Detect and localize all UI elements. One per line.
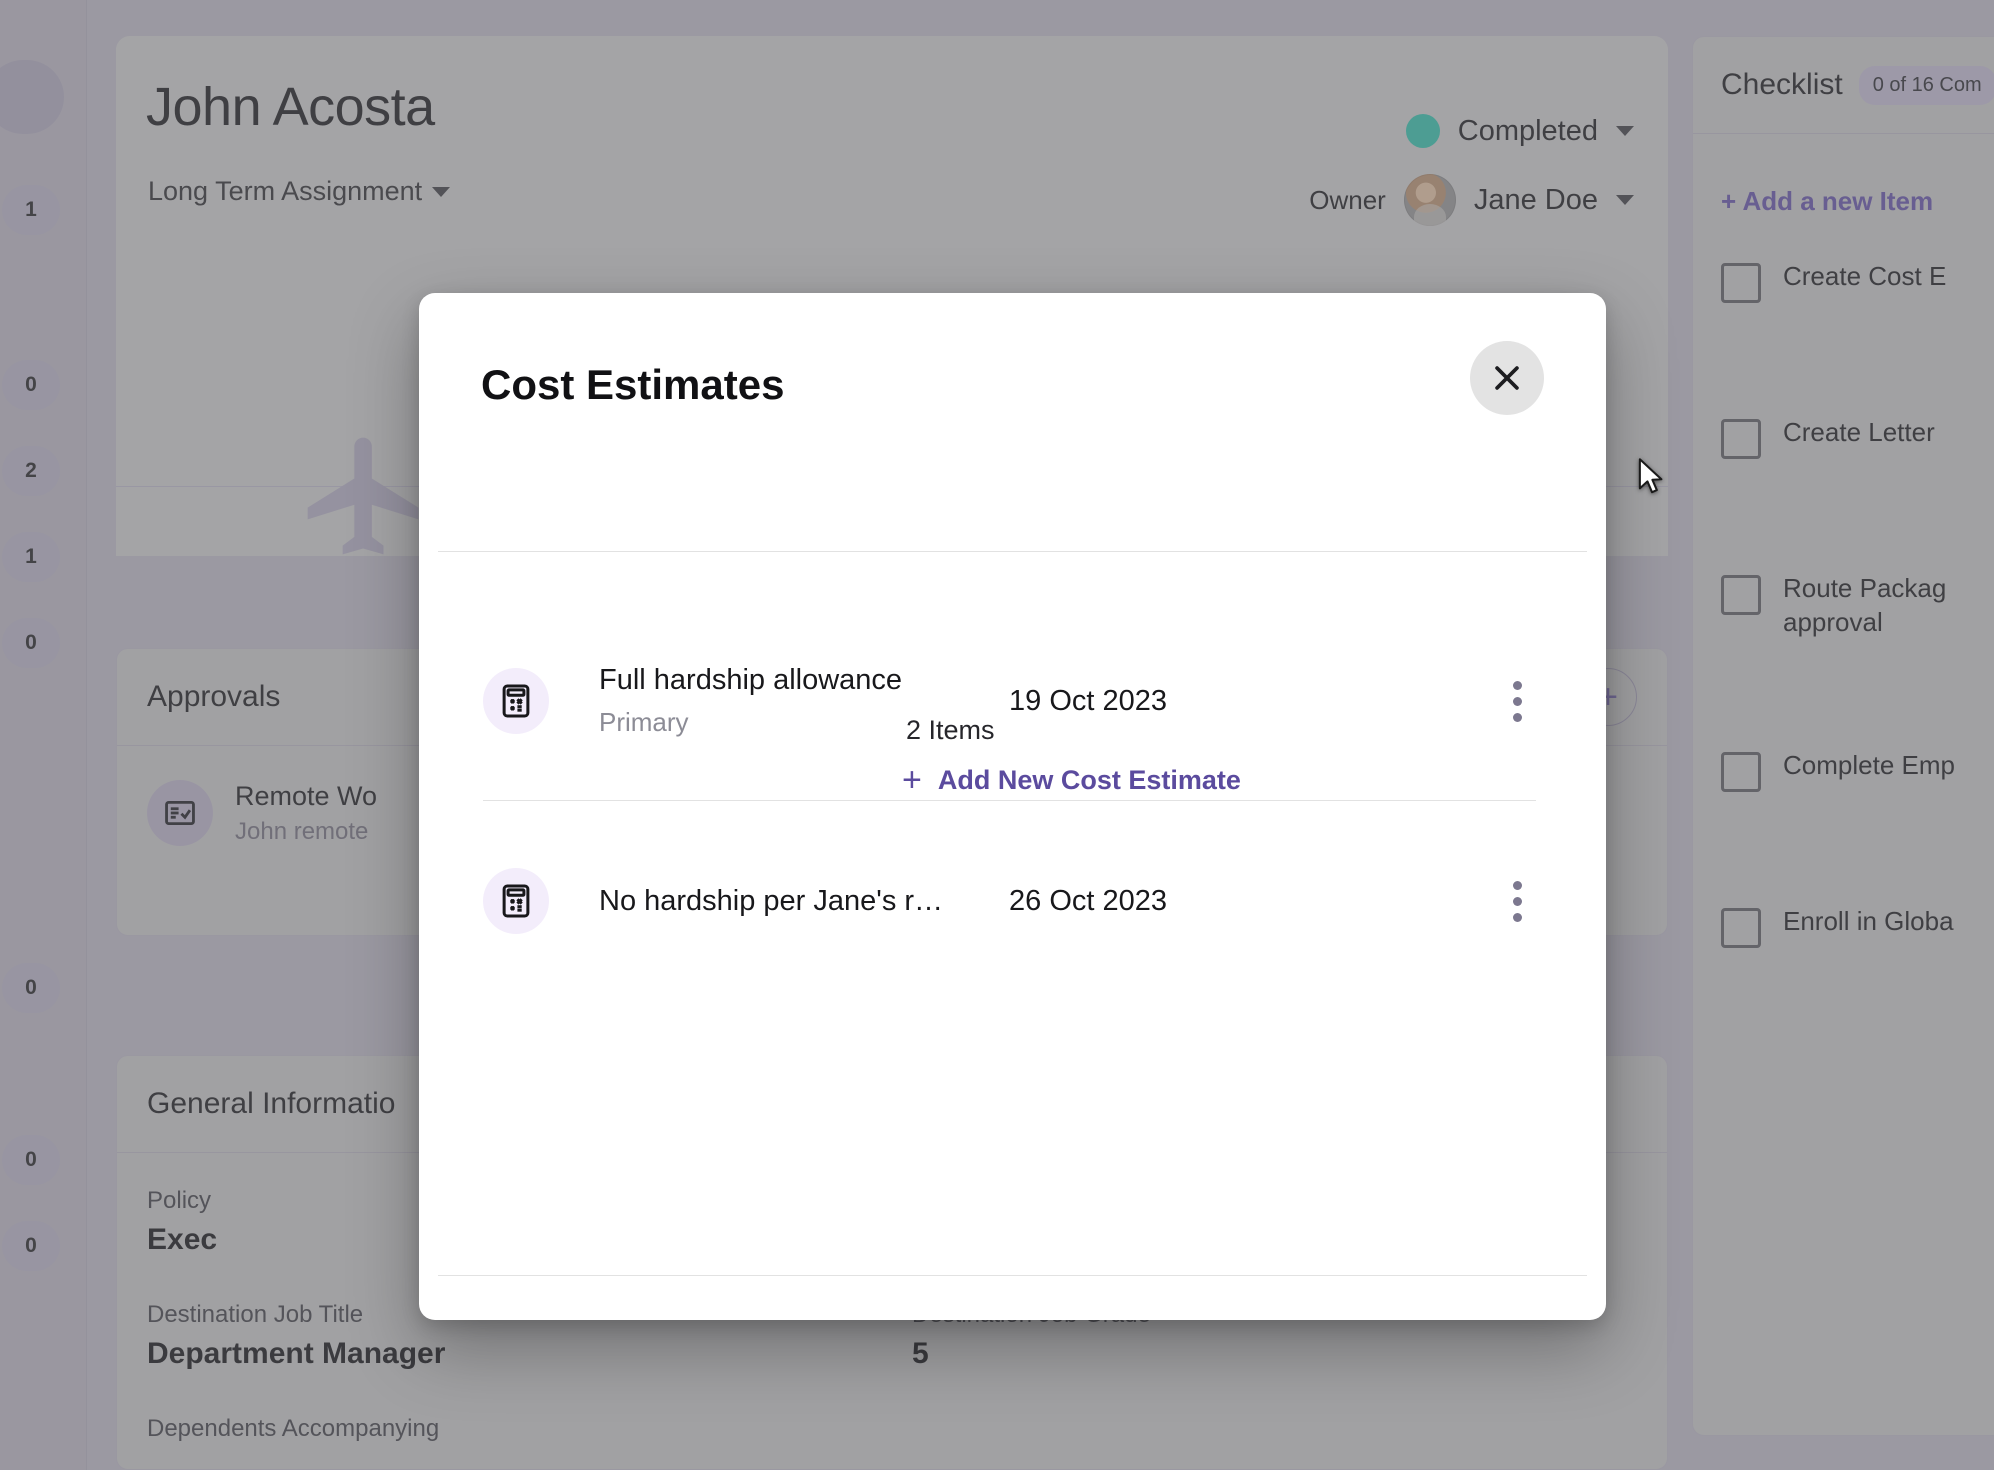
status-badge [1405, 114, 1440, 148]
general-information-title: General Informatio [147, 1087, 396, 1120]
left-rail: 1 0 2 1 0 0 0 0 [0, 0, 87, 1470]
checklist-item-3[interactable]: Complete Emp [1693, 640, 1994, 792]
chevron-down-icon [1616, 195, 1634, 205]
rail-pill-active[interactable] [0, 60, 64, 134]
cost-estimates-list: Full hardship allowance Primary 19 Oct 2… [419, 601, 1606, 1001]
chevron-down-icon [432, 186, 451, 197]
approval-list-icon [147, 780, 213, 846]
kebab-menu-icon[interactable] [1507, 875, 1528, 928]
checklist-title: Checklist [1721, 68, 1843, 101]
estimate-subtitle: Primary [599, 707, 689, 737]
rail-badge-2[interactable]: 0 [2, 360, 60, 410]
status-dropdown[interactable]: Completed [1405, 114, 1634, 148]
checkbox-icon[interactable] [1721, 419, 1761, 459]
field-value: Department Manager [147, 1337, 446, 1370]
avatar [1403, 174, 1456, 226]
checkbox-icon[interactable] [1721, 575, 1761, 615]
rail-badge-1[interactable]: 1 [2, 185, 60, 235]
checklist-header: Checklist 0 of 16 Com [1693, 37, 1994, 134]
close-icon[interactable] [1470, 341, 1544, 415]
assignment-type-label: Long Term Assignment [148, 176, 423, 206]
table-row[interactable]: Full hardship allowance Primary 19 Oct 2… [419, 601, 1606, 801]
rail-badge-4[interactable]: 1 [2, 532, 60, 582]
rail-badge-3[interactable]: 2 [2, 446, 60, 496]
rail-badge-7[interactable]: 0 [2, 1135, 60, 1185]
airplane-icon [307, 437, 419, 555]
checkbox-icon[interactable] [1721, 263, 1761, 303]
owner-dropdown[interactable]: Owner Jane Doe [1309, 174, 1634, 226]
checklist-item-label: Create Cost E [1783, 261, 1947, 291]
modal-title: Cost Estimates [481, 361, 785, 408]
rail-badge-5[interactable]: 0 [2, 618, 60, 668]
checklist-item-0[interactable]: Create Cost E [1693, 217, 1994, 303]
checklist-item-2[interactable]: Route Packag approval [1693, 459, 1994, 640]
add-checklist-item-button[interactable]: + Add a new Item [1693, 134, 1994, 217]
checklist-panel: Checklist 0 of 16 Com + Add a new Item C… [1692, 36, 1994, 1436]
modal-top-divider [438, 551, 1587, 552]
estimate-text-group: Full hardship allowance Primary [599, 664, 999, 738]
modal-bottom-divider [438, 1275, 1587, 1276]
field-label: Dependents Accompanying [147, 1415, 440, 1442]
hero-right-group: Completed Owner Jane Doe [1309, 114, 1634, 226]
page-title: John Acosta [146, 77, 435, 137]
assignment-type-dropdown[interactable]: Long Term Assignment [148, 176, 451, 207]
approvals-title: Approvals [147, 680, 281, 713]
field-value: 5 [912, 1337, 929, 1370]
owner-label: Owner [1309, 184, 1386, 215]
rail-badge-6[interactable]: 0 [2, 963, 60, 1013]
owner-name: Jane Doe [1473, 183, 1598, 216]
field-dependents-accompanying: Dependents Accompanying [147, 1415, 872, 1443]
checklist-item-label: Route Packag approval [1783, 573, 1947, 638]
estimate-date: 19 Oct 2023 [1009, 684, 1167, 717]
estimate-name: Full hardship allowance [599, 664, 903, 696]
checklist-item-label: Create Letter [1783, 417, 1935, 447]
table-row[interactable]: No hardship per Jane's r… 26 Oct 2023 [419, 801, 1606, 1001]
checkbox-icon[interactable] [1721, 751, 1761, 792]
checklist-item-label: Complete Emp [1783, 749, 1955, 780]
checkbox-icon[interactable] [1721, 907, 1761, 948]
calculator-icon [483, 868, 549, 934]
kebab-menu-icon[interactable] [1507, 675, 1528, 728]
chevron-down-icon [1616, 126, 1634, 136]
status-label: Completed [1457, 114, 1598, 147]
checklist-item-1[interactable]: Create Letter [1693, 303, 1994, 459]
rail-badge-8[interactable]: 0 [2, 1221, 60, 1271]
estimate-name: No hardship per Jane's r… [599, 884, 944, 917]
cost-estimates-modal: Cost Estimates 2 Items + Add New Cost Es… [419, 293, 1606, 1320]
checklist-item-label: Enroll in Globa [1783, 905, 1954, 936]
approval-title: Remote Wo [235, 780, 378, 811]
checklist-item-4[interactable]: Enroll in Globa [1693, 792, 1994, 948]
checklist-progress-badge: 0 of 16 Com [1858, 65, 1994, 105]
estimate-date: 26 Oct 2023 [1009, 884, 1167, 917]
calculator-icon [483, 668, 549, 734]
estimate-text-group: No hardship per Jane's r… [599, 885, 999, 918]
app-root: 1 0 2 1 0 0 0 0 John Acosta Long Term As… [0, 0, 1994, 1470]
approval-text-group: Remote Wo John remote [235, 781, 377, 846]
approval-subtitle: John remote [235, 817, 369, 845]
